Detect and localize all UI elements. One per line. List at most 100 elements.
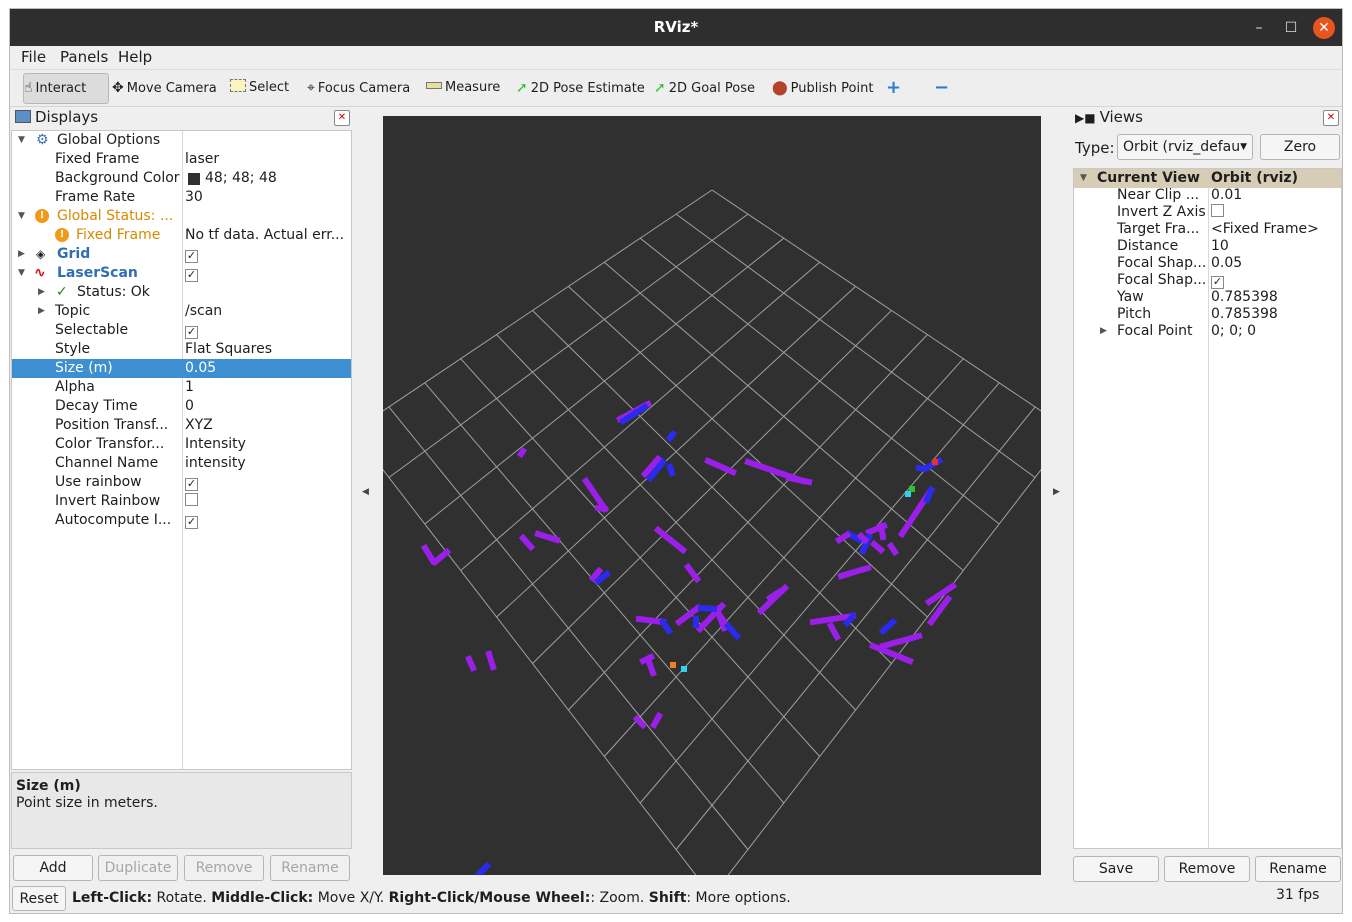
tree-row-alpha[interactable]: Alpha 1 — [12, 378, 351, 397]
tree-value[interactable]: Flat Squares — [185, 340, 272, 359]
publish-point-tool[interactable]: ⬤ Publish Point — [772, 76, 873, 100]
title-bar[interactable]: RViz* – ☐ ✕ — [10, 9, 1342, 46]
tree-row-laserscan[interactable]: ▼ ∿ LaserScan ✓ — [12, 264, 351, 283]
remove-view-button[interactable]: Remove — [1164, 856, 1250, 882]
tree-label: Topic — [55, 303, 91, 319]
scan-segment — [666, 463, 676, 477]
tree-row-global-options[interactable]: ▼ ⚙ Global Options — [12, 131, 351, 150]
close-icon[interactable]: ✕ — [1323, 110, 1339, 126]
warning-icon: ! — [55, 228, 69, 242]
use-rainbow-checkbox[interactable]: ✓ — [185, 478, 198, 491]
tree-value[interactable]: /scan — [185, 302, 222, 321]
tree-row-style[interactable]: Style Flat Squares — [12, 340, 351, 359]
tree-row-status-ok[interactable]: ▶ ✓ Status: Ok — [12, 283, 351, 302]
tree-row-position-transformer[interactable]: Position Transf... XYZ — [12, 416, 351, 435]
tree-value[interactable]: 30 — [185, 188, 203, 207]
tree-label: Size (m) — [55, 360, 113, 376]
tree-row-background-color[interactable]: Background Color 48; 48; 48 — [12, 169, 351, 188]
add-tool-plus-icon[interactable]: + — [886, 76, 901, 100]
map-pin-icon: ⬤ — [772, 80, 788, 96]
tree-row-decay-time[interactable]: Decay Time 0 — [12, 397, 351, 416]
grid-enable-checkbox[interactable]: ✓ — [185, 250, 198, 263]
save-view-button[interactable]: Save — [1073, 856, 1159, 882]
tree-value[interactable]: 48; 48; 48 — [205, 169, 277, 188]
tree-row-fixed-frame[interactable]: Fixed Frame laser — [12, 150, 351, 169]
scan-segment — [658, 617, 674, 636]
tree-row-color-transformer[interactable]: Color Transfor... Intensity — [12, 435, 351, 454]
zero-button[interactable]: Zero — [1260, 134, 1340, 160]
add-display-button[interactable]: Add — [13, 855, 93, 881]
laserscan-enable-checkbox[interactable]: ✓ — [185, 269, 198, 282]
view-row-focal-point[interactable]: ▶ Focal Point 0; 0; 0 — [1074, 322, 1341, 341]
hint-key: Middle-Click: — [211, 890, 314, 906]
invert-rainbow-checkbox[interactable] — [185, 493, 198, 506]
menu-file[interactable]: File — [21, 48, 46, 66]
tree-row-frame-rate[interactable]: Frame Rate 30 — [12, 188, 351, 207]
remove-tool-minus-icon[interactable]: − — [934, 76, 949, 100]
tree-value[interactable]: intensity — [185, 454, 246, 473]
tree-row-fixed-frame-status[interactable]: ! Fixed Frame No tf data. Actual err... — [12, 226, 351, 245]
focus-camera-tool[interactable]: ⌖ Focus Camera — [307, 76, 410, 100]
grid-line — [496, 334, 856, 711]
status-bar: Reset Left-Click: Rotate. Middle-Click: … — [10, 885, 1342, 913]
tree-value[interactable]: laser — [185, 150, 219, 169]
tree-label: LaserScan — [57, 265, 138, 281]
invert-z-checkbox[interactable] — [1211, 204, 1224, 217]
tree-value[interactable]: 0 — [185, 397, 194, 416]
tree-row-invert-rainbow[interactable]: Invert Rainbow — [12, 492, 351, 511]
scan-segment — [430, 547, 452, 567]
grid-line — [352, 430, 713, 897]
tree-row-channel-name[interactable]: Channel Name intensity — [12, 454, 351, 473]
scan-segment — [923, 486, 935, 504]
hint-text: : More options. — [686, 890, 791, 906]
reset-button[interactable]: Reset — [12, 886, 66, 911]
scan-segment — [834, 530, 852, 545]
tree-value[interactable]: XYZ — [185, 416, 213, 435]
scan-segment — [878, 617, 898, 636]
move-camera-icon: ✥ — [112, 80, 124, 96]
3d-viewport[interactable] — [352, 116, 1072, 897]
menu-panels[interactable]: Panels — [60, 48, 108, 66]
menu-help[interactable]: Help — [118, 48, 152, 66]
collapse-right-icon[interactable]: ▶ — [1053, 487, 1060, 497]
dropdown-arrow-icon: ▼ — [1240, 142, 1247, 152]
pose-estimate-tool[interactable]: ➚ 2D Pose Estimate — [516, 76, 645, 100]
duplicate-display-button[interactable]: Duplicate — [98, 855, 178, 881]
tree-row-grid[interactable]: ▶ ◈ Grid ✓ — [12, 245, 351, 264]
selectable-checkbox[interactable]: ✓ — [185, 326, 198, 339]
maximize-button[interactable]: ☐ — [1280, 17, 1302, 39]
autocompute-checkbox[interactable]: ✓ — [185, 516, 198, 529]
tree-value[interactable]: 0.05 — [185, 359, 216, 378]
remove-display-button[interactable]: Remove — [184, 855, 264, 881]
scan-segment — [756, 583, 790, 616]
goal-pose-tool[interactable]: ➚ 2D Goal Pose — [654, 76, 755, 100]
minimize-button[interactable]: – — [1248, 17, 1270, 39]
collapse-left-icon[interactable]: ◀ — [362, 487, 369, 497]
measure-tool[interactable]: Measure — [426, 76, 500, 100]
close-window-button[interactable]: ✕ — [1313, 17, 1335, 39]
hint-text: Rotate. — [152, 890, 212, 906]
select-tool[interactable]: Select — [230, 76, 289, 100]
tree-label: Style — [55, 341, 91, 357]
tree-row-autocompute[interactable]: Autocompute I... ✓ — [12, 511, 351, 530]
grid — [352, 189, 1072, 897]
close-icon[interactable]: ✕ — [334, 110, 350, 126]
tree-value[interactable]: 0; 0; 0 — [1211, 322, 1256, 341]
tree-row-global-status[interactable]: ▼ ! Global Status: ... — [12, 207, 351, 226]
tree-value[interactable]: 1 — [185, 378, 194, 397]
displays-title: Displays — [35, 108, 99, 126]
tree-row-size[interactable]: Size (m) 0.05 — [12, 359, 351, 378]
rename-display-button[interactable]: Rename — [270, 855, 350, 881]
color-swatch[interactable] — [188, 173, 200, 185]
tree-row-selectable[interactable]: Selectable ✓ — [12, 321, 351, 340]
hand-pointer-icon: ☝ — [24, 80, 33, 96]
rename-view-button[interactable]: Rename — [1255, 856, 1341, 882]
scan-segment — [485, 650, 497, 671]
tree-row-topic[interactable]: ▶ Topic /scan — [12, 302, 351, 321]
view-type-select[interactable]: Orbit (rviz_defau ▼ — [1117, 134, 1253, 160]
move-camera-tool[interactable]: ✥ Move Camera — [112, 76, 217, 100]
tree-row-use-rainbow[interactable]: Use rainbow ✓ — [12, 473, 351, 492]
interact-tool[interactable]: ☝ Interact — [23, 73, 109, 104]
pose-estimate-label: 2D Pose Estimate — [530, 81, 645, 96]
tree-value[interactable]: Intensity — [185, 435, 246, 454]
